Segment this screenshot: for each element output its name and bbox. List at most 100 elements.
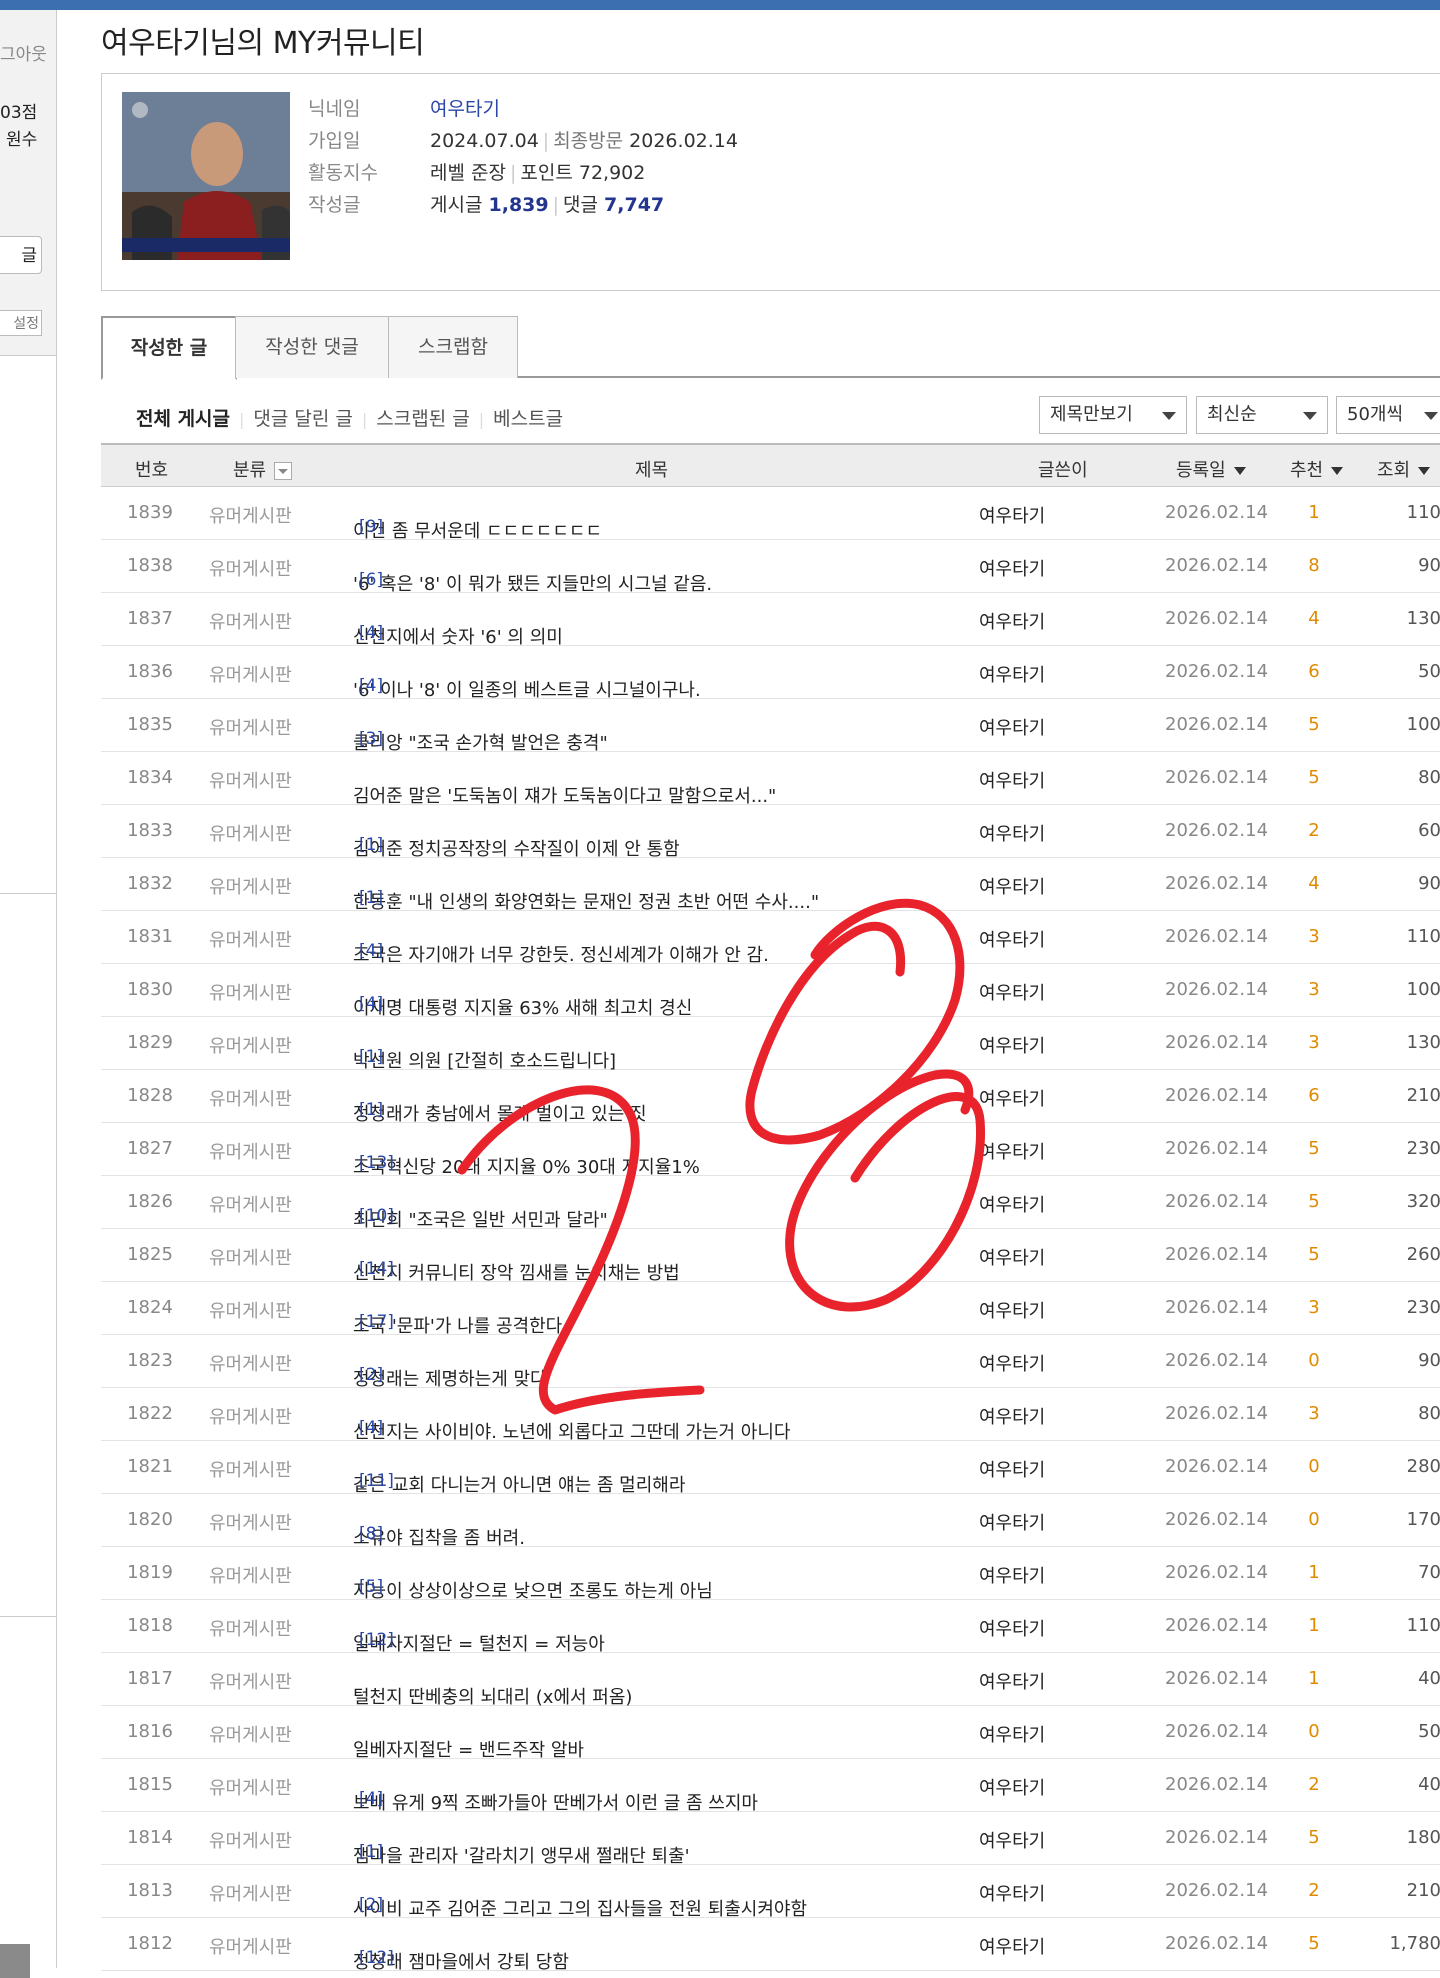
- post-category[interactable]: 유머게시판: [209, 1668, 292, 1694]
- comment-count[interactable]: [17]: [359, 1312, 394, 1332]
- table-row[interactable]: 1830 유머게시판 이재명 대통령 지지율 63% 새해 최고치 경신 [4] 여우타…: [101, 964, 1440, 1019]
- filter-all-posts[interactable]: 전체 게시글: [136, 408, 230, 430]
- post-category[interactable]: 유머게시판: [209, 555, 292, 581]
- per-page-select[interactable]: 50개씩: [1336, 396, 1440, 434]
- table-row[interactable]: 1821 유머게시판 같은 교회 다니는거 아니면 얘는 좀 멀리해라 [11] 여우타…: [101, 1441, 1440, 1496]
- comments-count[interactable]: 7,747: [604, 194, 664, 216]
- sidebar-thumbnail[interactable]: [0, 1944, 30, 1978]
- table-row[interactable]: 1833 유머게시판 김어준 정치공작장의 수작질이 이제 안 통함 [1] 여우타기 2…: [101, 805, 1440, 860]
- post-author[interactable]: 여우타기: [979, 1615, 1045, 1641]
- post-category[interactable]: 유머게시판: [209, 1509, 292, 1535]
- table-row[interactable]: 1828 유머게시판 정청래가 충남에서 몰래 벌이고 있는 짓 [1] 여우타기 202…: [101, 1070, 1440, 1125]
- comment-count[interactable]: [1]: [359, 888, 383, 908]
- comment-count[interactable]: [12]: [359, 1948, 394, 1968]
- post-author[interactable]: 여우타기: [979, 820, 1045, 846]
- post-category[interactable]: 유머게시판: [209, 767, 292, 793]
- post-category[interactable]: 유머게시판: [209, 1827, 292, 1853]
- comment-count[interactable]: [11]: [359, 1471, 394, 1491]
- post-author[interactable]: 여우타기: [979, 1032, 1045, 1058]
- post-author[interactable]: 여우타기: [979, 1721, 1045, 1747]
- post-category[interactable]: 유머게시판: [209, 1138, 292, 1164]
- table-row[interactable]: 1834 유머게시판 김어준 말은 '도둑놈이 쟤가 도둑놈이다고 말함으로서...…: [101, 752, 1440, 807]
- post-author[interactable]: 여우타기: [979, 502, 1045, 528]
- post-author[interactable]: 여우타기: [979, 1668, 1045, 1694]
- table-row[interactable]: 1835 유머게시판 클리앙 "조국 손가혁 발언은 충격" [3] 여우타기 2026.…: [101, 699, 1440, 754]
- table-row[interactable]: 1813 유머게시판 사이비 교주 김어준 그리고 그의 집사들을 전원 퇴출시켜야…: [101, 1865, 1440, 1920]
- table-row[interactable]: 1823 유머게시판 정청래는 제명하는게 맞다 [2] 여우타기 2026.02.14 0…: [101, 1335, 1440, 1390]
- post-author[interactable]: 여우타기: [979, 1191, 1045, 1217]
- table-row[interactable]: 1837 유머게시판 신천지에서 숫자 '6' 의 의미 [4] 여우타기 2026.02…: [101, 593, 1440, 648]
- tab-my-posts[interactable]: 작성한 글: [101, 316, 237, 380]
- post-author[interactable]: 여우타기: [979, 1456, 1045, 1482]
- table-row[interactable]: 1814 유머게시판 잼마을 관리자 '갈라치기 앵무새 쩔래단 퇴출' [1] 여우타…: [101, 1812, 1440, 1867]
- post-author[interactable]: 여우타기: [979, 767, 1045, 793]
- header-category[interactable]: 분류: [233, 456, 293, 482]
- post-author[interactable]: 여우타기: [979, 1138, 1045, 1164]
- post-author[interactable]: 여우타기: [979, 661, 1045, 687]
- posts-count[interactable]: 1,839: [489, 194, 549, 216]
- table-row[interactable]: 1832 유머게시판 한동훈 "내 인생의 화양연화는 문재인 정권 초반 어떤 수…: [101, 858, 1440, 913]
- comment-count[interactable]: [10]: [359, 1206, 394, 1226]
- post-category[interactable]: 유머게시판: [209, 820, 292, 846]
- post-category[interactable]: 유머게시판: [209, 661, 292, 687]
- filter-commented[interactable]: 댓글 달린 글: [253, 408, 352, 430]
- post-author[interactable]: 여우타기: [979, 979, 1045, 1005]
- comment-count[interactable]: [9]: [359, 517, 383, 537]
- table-row[interactable]: 1815 유머게시판 보배 유게 9찍 조빠가들아 딴베가서 이런 글 좀 쓰지마[…: [101, 1759, 1440, 1814]
- table-row[interactable]: 1819 유머게시판 지능이 상상이상으로 낮으면 조롱도 하는게 아님 [5] 여우타…: [101, 1547, 1440, 1602]
- post-author[interactable]: 여우타기: [979, 1244, 1045, 1270]
- post-author[interactable]: 여우타기: [979, 1774, 1045, 1800]
- table-row[interactable]: 1831 유머게시판 조국은 자기애가 너무 강한듯. 정신세계가 이해가 안 감.…: [101, 911, 1440, 966]
- header-date[interactable]: 등록일: [1176, 456, 1246, 482]
- filter-scrapped[interactable]: 스크랩된 글: [376, 408, 469, 430]
- table-row[interactable]: 1838 유머게시판 '6' 혹은 '8' 이 뭐가 됐든 지들만의 시그널 같음.…: [101, 540, 1440, 595]
- table-row[interactable]: 1816 유머게시판 일베자지절단 = 밴드주작 알바 여우타기 2026.02.14 0…: [101, 1706, 1440, 1761]
- post-author[interactable]: 여우타기: [979, 1403, 1045, 1429]
- comment-count[interactable]: [1]: [359, 835, 383, 855]
- post-category[interactable]: 유머게시판: [209, 1350, 292, 1376]
- comment-count[interactable]: [4]: [359, 994, 383, 1014]
- post-category[interactable]: 유머게시판: [209, 873, 292, 899]
- post-category[interactable]: 유머게시판: [209, 714, 292, 740]
- header-recommend[interactable]: 추천: [1290, 456, 1344, 482]
- table-row[interactable]: 1829 유머게시판 박선원 의원 [간절히 호소드립니다] [1] 여우타기 2026.…: [101, 1017, 1440, 1072]
- table-row[interactable]: 1820 유머게시판 소유야 집착을 좀 버려. [8] 여우타기 2026.02.14 0…: [101, 1494, 1440, 1549]
- post-author[interactable]: 여우타기: [979, 926, 1045, 952]
- filter-dropdown-icon[interactable]: [274, 462, 293, 480]
- post-author[interactable]: 여우타기: [979, 1562, 1045, 1588]
- post-category[interactable]: 유머게시판: [209, 1191, 292, 1217]
- comment-count[interactable]: [1]: [359, 1842, 383, 1862]
- post-author[interactable]: 여우타기: [979, 1085, 1045, 1111]
- post-category[interactable]: 유머게시판: [209, 1244, 292, 1270]
- comment-count[interactable]: [13]: [359, 1153, 394, 1173]
- table-row[interactable]: 1818 유머게시판 일베자지절단 = 털천지 = 저능아 [12] 여우타기 2026.…: [101, 1600, 1440, 1655]
- post-category[interactable]: 유머게시판: [209, 1933, 292, 1959]
- table-row[interactable]: 1812 유머게시판 정청래 잼마을에서 강퇴 당함 [12] 여우타기 2026.02.…: [101, 1918, 1440, 1973]
- table-row[interactable]: 1827 유머게시판 조국혁신당 20대 지지율 0% 30대 지지율1% [13] 여…: [101, 1123, 1440, 1178]
- post-category[interactable]: 유머게시판: [209, 1615, 292, 1641]
- post-author[interactable]: 여우타기: [979, 608, 1045, 634]
- comment-count[interactable]: [6]: [359, 570, 383, 590]
- comment-count[interactable]: [1]: [359, 1047, 383, 1067]
- comment-count[interactable]: [2]: [359, 1895, 383, 1915]
- post-category[interactable]: 유머게시판: [209, 1721, 292, 1747]
- comment-count[interactable]: [8]: [359, 1524, 383, 1544]
- header-views[interactable]: 조회: [1377, 456, 1431, 482]
- comment-count[interactable]: [14]: [359, 1259, 394, 1279]
- post-author[interactable]: 여우타기: [979, 714, 1045, 740]
- tab-scraps[interactable]: 스크랩함: [388, 316, 518, 378]
- sidebar-write-button[interactable]: 글: [0, 236, 42, 274]
- post-category[interactable]: 유머게시판: [209, 502, 292, 528]
- comment-count[interactable]: [4]: [359, 1418, 383, 1438]
- table-row[interactable]: 1824 유머게시판 조국 '문파'가 나를 공격한다 [17] 여우타기 2026.02…: [101, 1282, 1440, 1337]
- table-row[interactable]: 1822 유머게시판 신천지는 사이비야. 노년에 외롭다고 그딴데 가는거 아니다…: [101, 1388, 1440, 1443]
- table-row[interactable]: 1839 유머게시판 이건 좀 무서운데 ㄷㄷㄷㄷㄷㄷㄷ [9] 여우타기 2026.02…: [101, 487, 1440, 542]
- sidebar-settings-button[interactable]: 설정: [0, 310, 42, 336]
- post-category[interactable]: 유머게시판: [209, 608, 292, 634]
- table-row[interactable]: 1826 유머게시판 최민희 "조국은 일반 서민과 달라" [10] 여우타기 2026…: [101, 1176, 1440, 1231]
- post-category[interactable]: 유머게시판: [209, 1403, 292, 1429]
- comment-count[interactable]: [2]: [359, 1365, 383, 1385]
- table-row[interactable]: 1817 유머게시판 털천지 딴베충의 뇌대리 (x에서 퍼옴) 여우타기 2026.0…: [101, 1653, 1440, 1708]
- post-author[interactable]: 여우타기: [979, 1509, 1045, 1535]
- post-category[interactable]: 유머게시판: [209, 1456, 292, 1482]
